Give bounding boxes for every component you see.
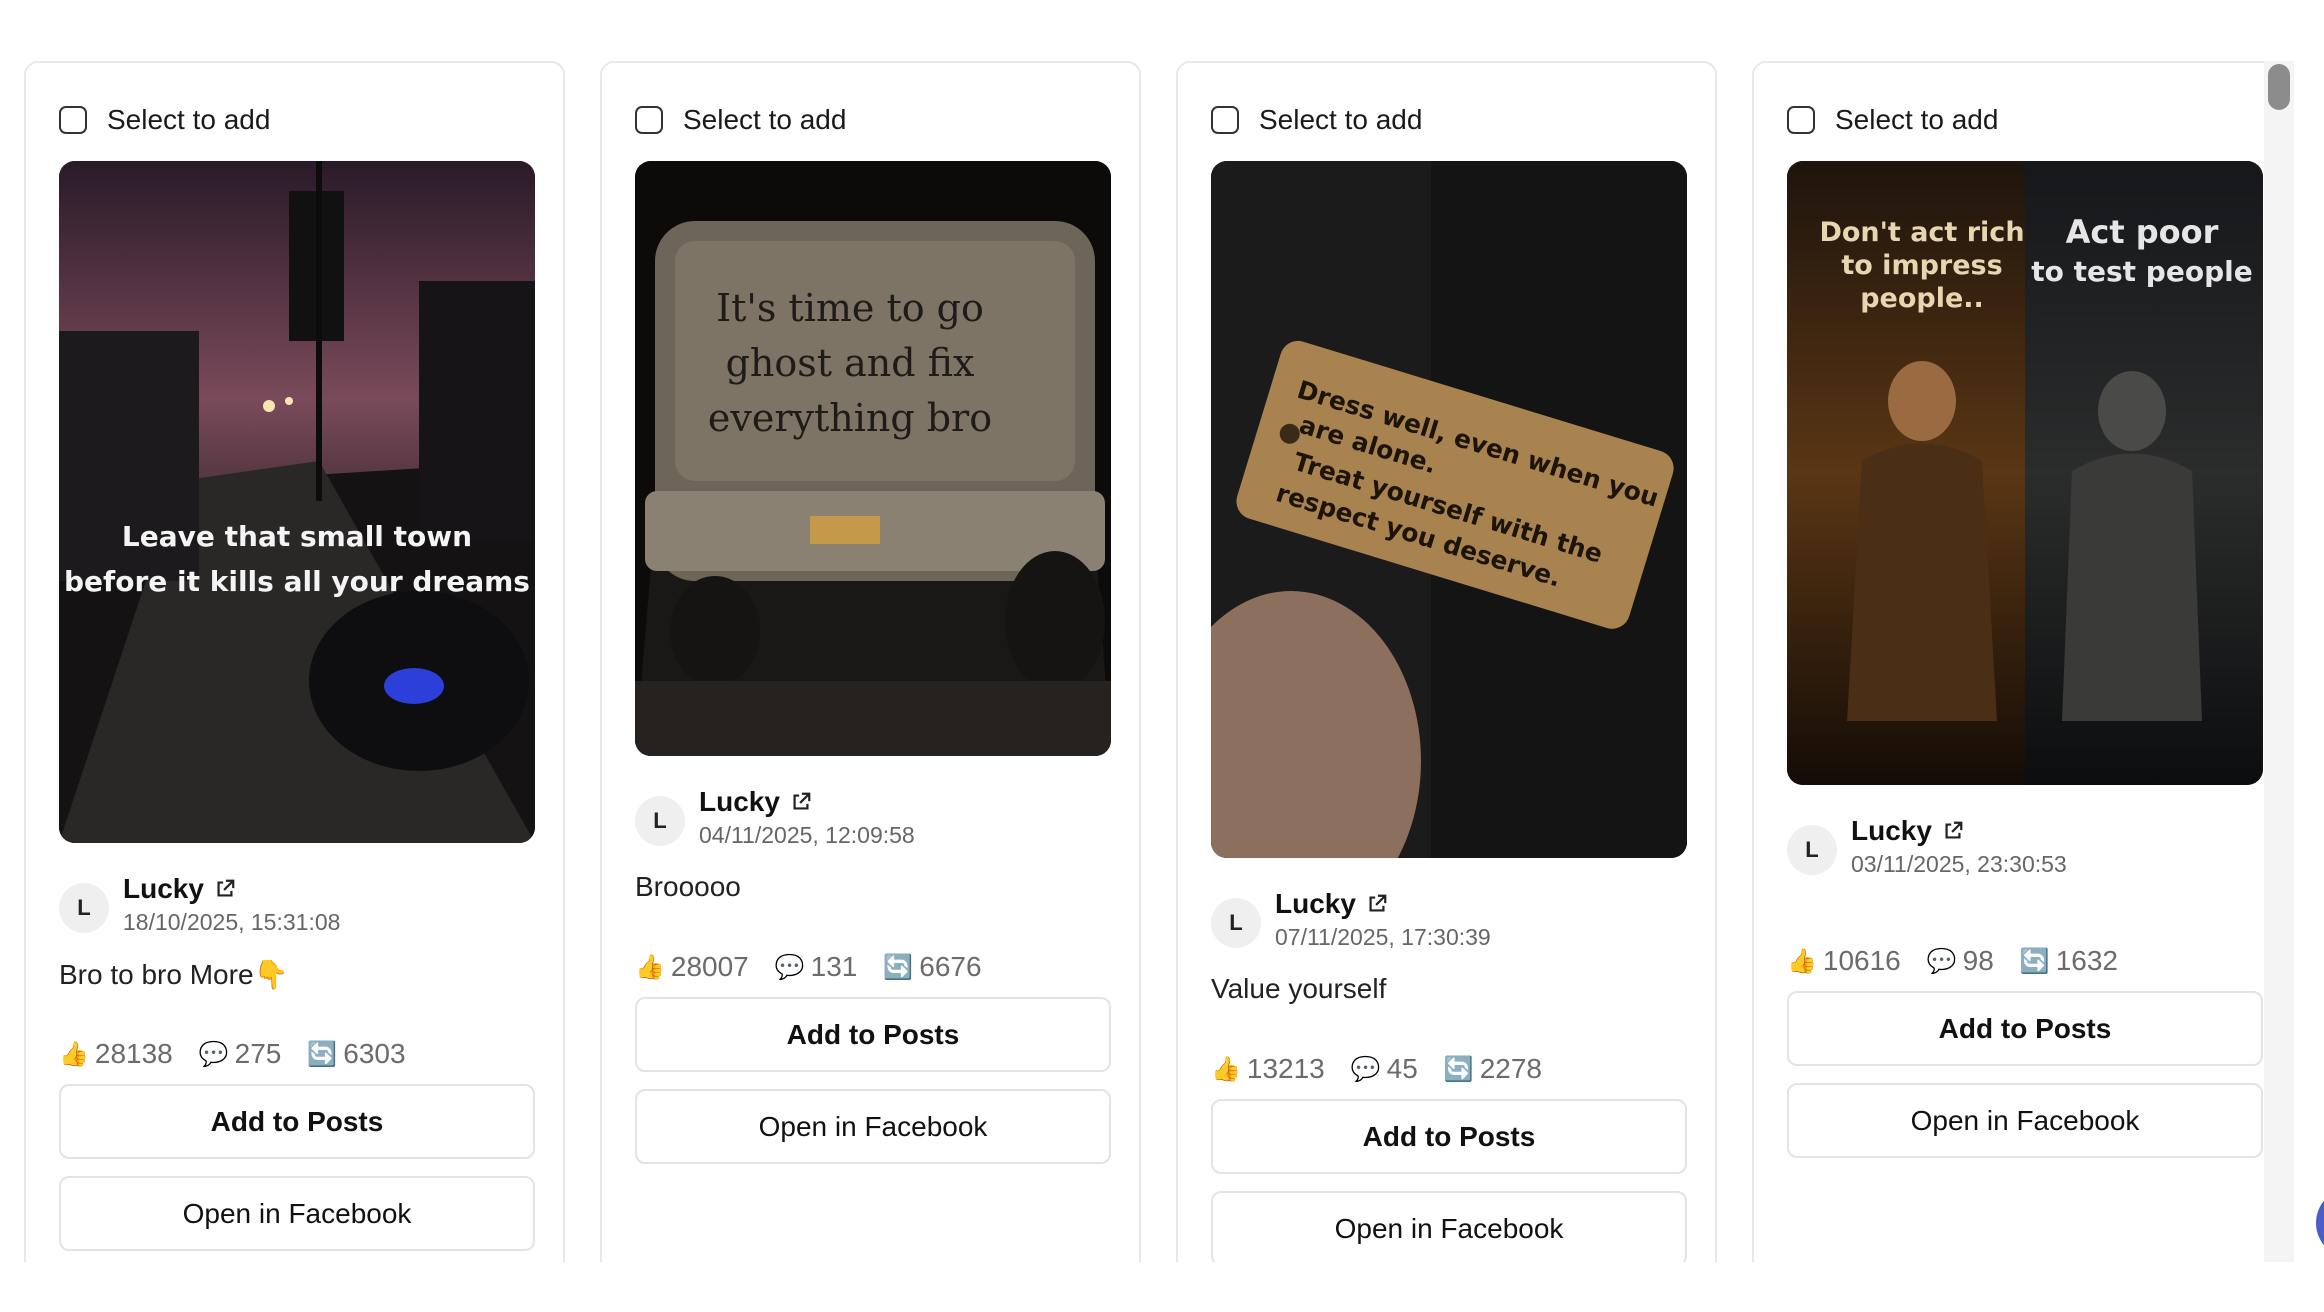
select-checkbox[interactable] <box>59 106 87 134</box>
posts-grid: Select to add Leave that small town befo… <box>0 0 2324 1262</box>
comments-count: 45 <box>1386 1053 1418 1084</box>
thumbs-up-icon: 👍 <box>635 953 665 981</box>
author-name: Lucky <box>1275 888 1356 919</box>
post-image[interactable]: Don't act rich to impress people.. Act p… <box>1787 161 2263 785</box>
post-timestamp: 18/10/2025, 15:31:08 <box>123 909 341 935</box>
image-text-line-2: before it kills all your dreams <box>64 565 530 598</box>
post-caption: Value yourself <box>1211 973 1387 1004</box>
shares-count: 6303 <box>343 1038 406 1069</box>
bottom-strip <box>0 1262 2324 1312</box>
likes-count: 28007 <box>670 951 749 982</box>
post-image[interactable]: It's time to go ghost and fix everything… <box>635 161 1111 756</box>
open-in-facebook-button[interactable]: Open in Facebook <box>1787 1083 2263 1158</box>
shares-count: 1632 <box>2055 945 2118 976</box>
post-card: Select to add <box>1752 61 2293 1262</box>
add-to-posts-button[interactable]: Add to Posts <box>1787 991 2263 1066</box>
avatar: L <box>1787 825 1837 875</box>
select-row[interactable]: Select to add <box>1211 102 1422 138</box>
image-text-line-2: to impress <box>1841 250 2002 281</box>
shares-count: 6676 <box>919 951 982 982</box>
avatar: L <box>1211 898 1261 948</box>
avatar: L <box>59 883 109 933</box>
scrollbar-thumb[interactable] <box>2268 64 2290 110</box>
image-text-line-5: to test people <box>2031 255 2252 288</box>
post-image[interactable]: Leave that small town before it kills al… <box>59 161 535 843</box>
author-name: Lucky <box>123 873 204 904</box>
author-link[interactable]: Lucky <box>123 873 236 905</box>
post-stats: 👍 13213 💬 45 🔄 2278 <box>1211 1053 1568 1085</box>
post-card: Select to add It's time to go ghost and … <box>600 61 1141 1262</box>
add-to-posts-button[interactable]: Add to Posts <box>1211 1099 1687 1174</box>
post-timestamp: 03/11/2025, 23:30:53 <box>1851 851 2067 877</box>
avatar: L <box>635 796 685 846</box>
select-row[interactable]: Select to add <box>1787 102 1998 138</box>
comments-count: 131 <box>810 951 858 982</box>
open-in-facebook-button[interactable]: Open in Facebook <box>1211 1191 1687 1262</box>
repeat-arrows-icon: 🔄 <box>1443 1055 1474 1083</box>
speech-bubble-icon: 💬 <box>1350 1055 1381 1083</box>
external-link-icon[interactable] <box>1366 893 1388 915</box>
floating-action-button[interactable] <box>2316 1188 2324 1258</box>
add-to-posts-button[interactable]: Add to Posts <box>59 1084 535 1159</box>
image-text-line-1: It's time to go <box>716 286 984 330</box>
post-card: Select to add Dress well, even when you … <box>1176 61 1717 1262</box>
comments-count: 275 <box>234 1038 282 1069</box>
open-in-facebook-button[interactable]: Open in Facebook <box>59 1176 535 1251</box>
add-to-posts-button[interactable]: Add to Posts <box>635 997 1111 1072</box>
open-in-facebook-button[interactable]: Open in Facebook <box>635 1089 1111 1164</box>
select-label: Select to add <box>1835 104 1999 135</box>
select-label: Select to add <box>107 104 271 135</box>
speech-bubble-icon: 💬 <box>774 953 805 981</box>
post-timestamp: 07/11/2025, 17:30:39 <box>1275 924 1491 950</box>
author-name: Lucky <box>699 786 780 817</box>
scrollbar-track[interactable] <box>2264 61 2294 1262</box>
night-road-image: Leave that small town before it kills al… <box>59 161 535 843</box>
select-checkbox[interactable] <box>1211 106 1239 134</box>
likes-count: 28138 <box>94 1038 173 1069</box>
image-text-line-1: Leave that small town <box>122 520 472 553</box>
select-label: Select to add <box>683 104 847 135</box>
speech-bubble-icon: 💬 <box>1926 947 1957 975</box>
author-link[interactable]: Lucky <box>1851 815 1964 847</box>
author-link[interactable]: Lucky <box>1275 888 1388 920</box>
thumbs-up-icon: 👍 <box>59 1040 89 1068</box>
post-caption: Bro to bro More👇 <box>59 959 289 990</box>
post-caption: Brooooo <box>635 871 741 902</box>
select-label: Select to add <box>1259 104 1423 135</box>
repeat-arrows-icon: 🔄 <box>2019 947 2050 975</box>
image-text-line-2: ghost and fix <box>726 341 975 385</box>
select-row[interactable]: Select to add <box>59 102 270 138</box>
external-link-icon[interactable] <box>214 878 236 900</box>
rich-poor-illustration-image: Don't act rich to impress people.. Act p… <box>1787 161 2263 785</box>
author-name: Lucky <box>1851 815 1932 846</box>
author-link[interactable]: Lucky <box>699 786 812 818</box>
post-timestamp: 04/11/2025, 12:09:58 <box>699 822 915 848</box>
image-text-line-1: Don't act rich <box>1819 217 2024 248</box>
image-text-line-3: everything bro <box>708 396 992 440</box>
leather-tag-image: Dress well, even when you are alone. Tre… <box>1211 161 1687 858</box>
post-stats: 👍 28007 💬 131 🔄 6676 <box>635 951 1008 983</box>
external-link-icon[interactable] <box>1942 820 1964 842</box>
likes-count: 13213 <box>1246 1053 1325 1084</box>
select-checkbox[interactable] <box>1787 106 1815 134</box>
thumbs-up-icon: 👍 <box>1787 947 1817 975</box>
repeat-arrows-icon: 🔄 <box>307 1040 338 1068</box>
shares-count: 2278 <box>1479 1053 1542 1084</box>
select-row[interactable]: Select to add <box>635 102 846 138</box>
select-checkbox[interactable] <box>635 106 663 134</box>
repeat-arrows-icon: 🔄 <box>883 953 914 981</box>
post-stats: 👍 10616 💬 98 🔄 1632 <box>1787 945 2144 977</box>
dusty-car-image: It's time to go ghost and fix everything… <box>635 161 1111 756</box>
external-link-icon[interactable] <box>790 791 812 813</box>
image-text-line-3: people.. <box>1860 283 1984 314</box>
likes-count: 10616 <box>1822 945 1901 976</box>
comments-count: 98 <box>1962 945 1994 976</box>
speech-bubble-icon: 💬 <box>198 1040 229 1068</box>
post-card: Select to add <box>24 61 565 1262</box>
post-image[interactable]: Dress well, even when you are alone. Tre… <box>1211 161 1687 858</box>
thumbs-up-icon: 👍 <box>1211 1055 1241 1083</box>
image-text-line-4: Act poor <box>2066 213 2219 251</box>
post-stats: 👍 28138 💬 275 🔄 6303 <box>59 1038 432 1070</box>
